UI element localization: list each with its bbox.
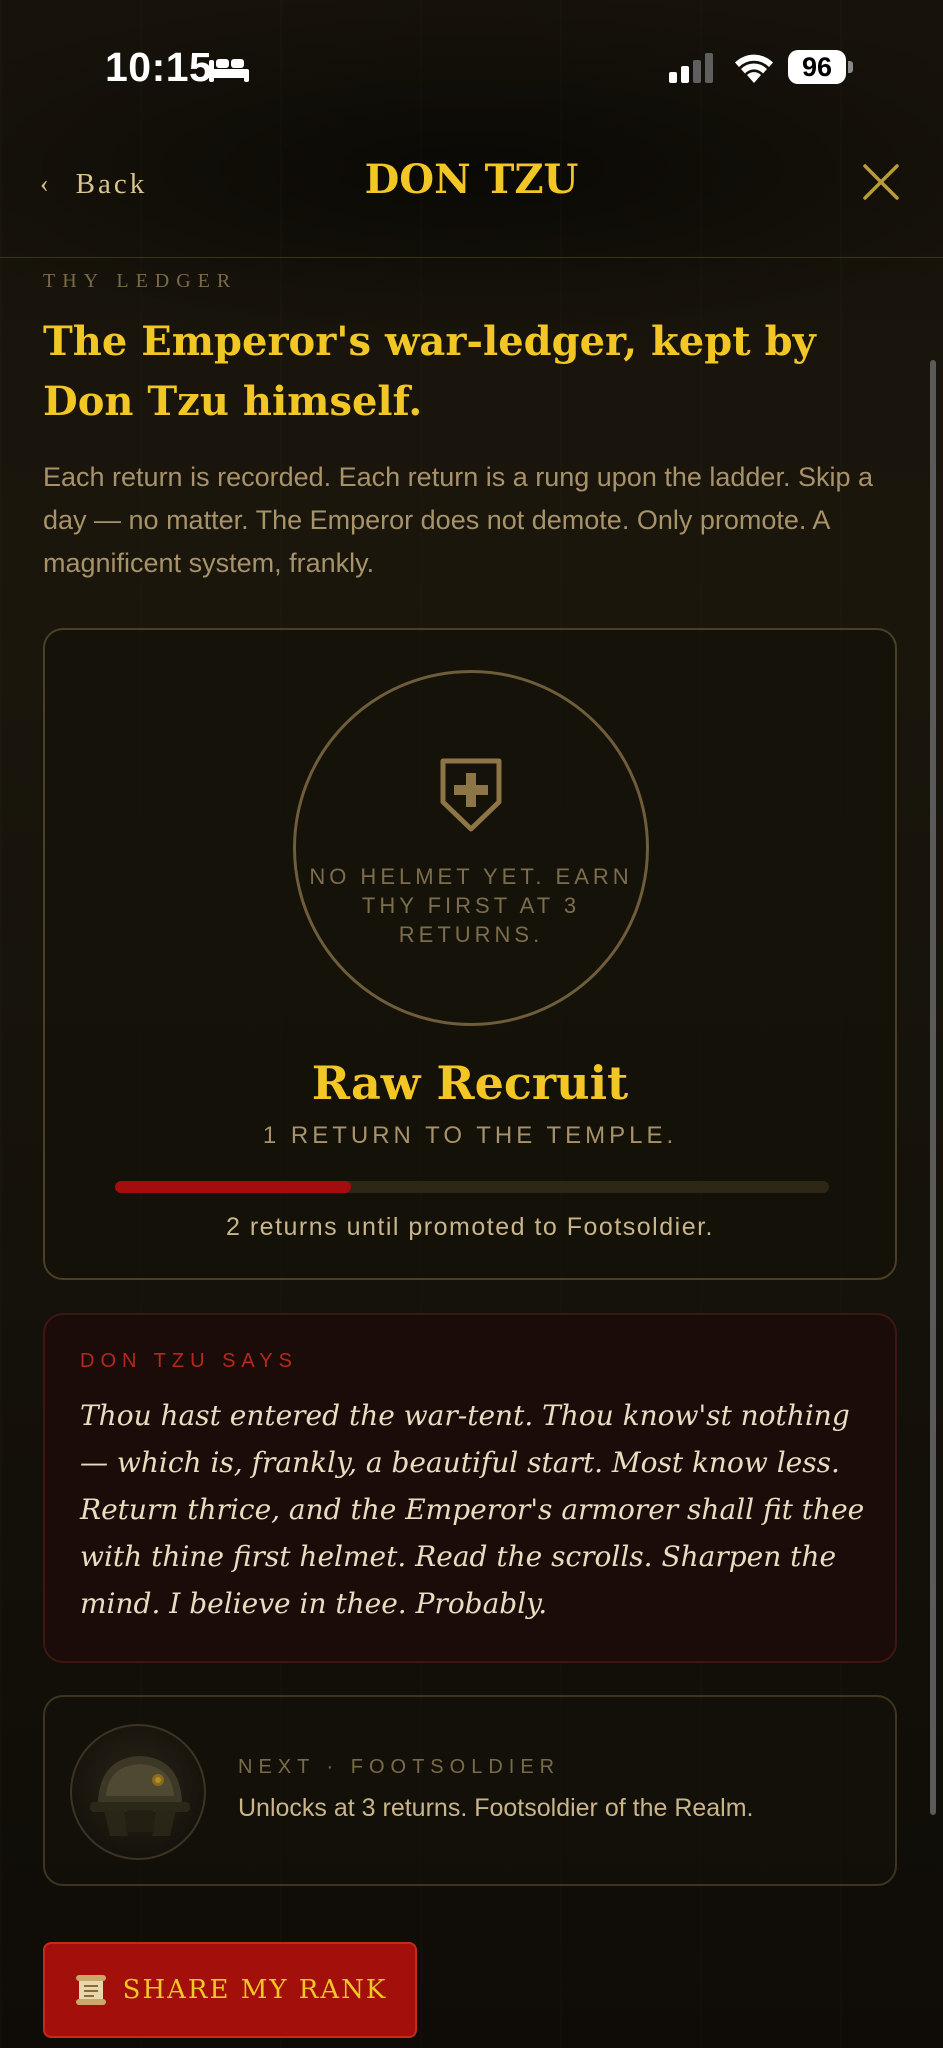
cellular-signal-icon bbox=[669, 53, 713, 83]
quote-eyebrow: DON TZU SAYS bbox=[80, 1350, 298, 1372]
helmet-note: NO HELMET YET. EARN THY FIRST AT 3 RETUR… bbox=[309, 864, 633, 947]
ledger-headline: The Emperor's war-ledger, kept by Don Tz… bbox=[43, 318, 816, 425]
helmet-ring bbox=[293, 670, 649, 1026]
progress-note: 2 returns until promoted to Footsoldier. bbox=[225, 1213, 714, 1241]
shield-plus-icon bbox=[440, 758, 502, 832]
wifi-icon bbox=[735, 54, 773, 83]
share-label: SHARE MY RANK bbox=[122, 1975, 388, 2005]
share-rank-button[interactable]: SHARE MY RANK bbox=[43, 1942, 417, 2038]
rank-progress-bar bbox=[115, 1181, 829, 1193]
next-rank-text: Unlocks at 3 returns. Footsoldier of the… bbox=[238, 1794, 754, 1822]
status-time: 10:15 bbox=[105, 44, 213, 90]
page-title: DON TZU bbox=[364, 156, 579, 203]
returns-count: 1 RETURN TO THE TEMPLE. bbox=[262, 1122, 678, 1149]
scrollbar[interactable] bbox=[930, 360, 936, 1815]
battery-level: 96 bbox=[801, 52, 833, 82]
quote-text: Thou hast entered the war-tent. Thou kno… bbox=[80, 1399, 865, 1620]
close-icon[interactable] bbox=[862, 163, 900, 201]
rank-progress-fill bbox=[115, 1181, 351, 1193]
scroll-icon bbox=[75, 1975, 106, 2005]
nav-divider bbox=[0, 257, 943, 258]
ledger-eyebrow: THY LEDGER bbox=[43, 270, 238, 292]
bed-icon bbox=[209, 59, 249, 82]
footsoldier-helmet-image bbox=[70, 1724, 206, 1860]
ledger-intro: Each return is recorded. Each return is … bbox=[43, 462, 873, 578]
battery-icon: 96 bbox=[788, 50, 854, 86]
next-rank-eyebrow: NEXT · FOOTSOLDIER bbox=[238, 1756, 561, 1778]
rank-name: Raw Recruit bbox=[311, 1056, 629, 1110]
